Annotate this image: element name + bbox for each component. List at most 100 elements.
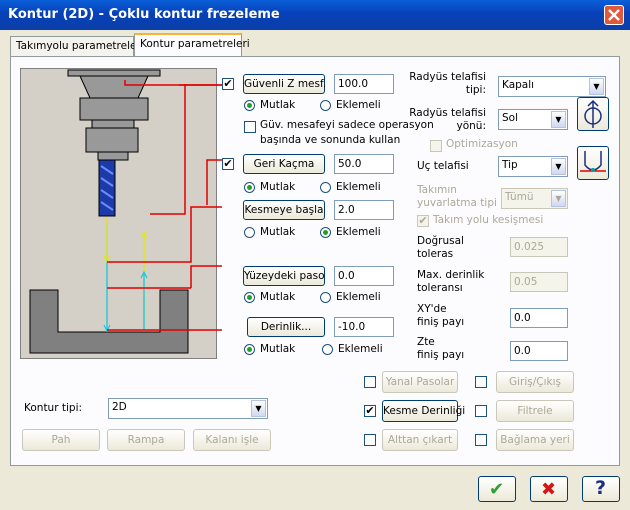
contour-type-label: Kontur tipi: xyxy=(24,402,83,414)
lead-inout-checkbox[interactable] xyxy=(475,376,487,388)
lead-inout-label: Giriş/Çıkış xyxy=(508,376,561,388)
close-button[interactable] xyxy=(604,5,624,25)
clearance-incremental-radio[interactable] xyxy=(320,100,331,111)
comp-type-value: Kapalı xyxy=(502,79,535,91)
retract-incremental-radio[interactable] xyxy=(320,182,331,193)
comp-dir-label1: Radyüs telafisi xyxy=(409,107,486,119)
tip-comp-select[interactable]: Tip ▼ xyxy=(498,156,568,177)
chevron-down-icon: ▼ xyxy=(589,78,604,95)
feed-incremental-radio[interactable] xyxy=(320,227,331,238)
linear-tol-field[interactable]: 0.025 xyxy=(510,237,568,257)
depth-cuts-label: Kesme Derinliği xyxy=(383,405,466,417)
retract-label: Geri Kaçma xyxy=(253,158,315,170)
contour-type-value: 2D xyxy=(112,401,127,413)
comp-type-label2: tipi: xyxy=(465,84,486,96)
clearance-button[interactable]: Güvenli Z mesf. xyxy=(243,74,327,94)
filter-label: Filtrele xyxy=(517,405,553,417)
ramp-button[interactable]: Rampa xyxy=(107,429,185,451)
infinite-look-checkbox[interactable]: ✔ xyxy=(417,215,429,227)
clearance-absolute-radio[interactable] xyxy=(244,100,255,111)
dialog-window: Kontur (2D) - Çoklu kontur frezeleme Tak… xyxy=(0,0,630,510)
clearance-field[interactable]: 100.0 xyxy=(334,74,394,94)
clearance-incremental-label: Eklemeli xyxy=(336,99,381,111)
depth-field[interactable]: -10.0 xyxy=(334,317,394,337)
feed-plane-button[interactable]: Kesmeye başla xyxy=(243,200,325,220)
comp-dir-value: Sol xyxy=(502,112,519,124)
depth-cuts-button[interactable]: Kesme Derinliği xyxy=(382,400,465,422)
filter-button[interactable]: Filtrele xyxy=(496,400,574,422)
depth-absolute-radio[interactable] xyxy=(244,344,255,355)
depth-incremental-radio[interactable] xyxy=(322,344,333,355)
optimize-checkbox[interactable] xyxy=(430,140,442,152)
clearance-label: Güvenli Z mesf. xyxy=(244,78,327,90)
multi-passes-checkbox[interactable] xyxy=(364,376,376,388)
feed-plane-field[interactable]: 2.0 xyxy=(334,200,394,220)
help-icon: ? xyxy=(595,477,607,499)
tool-tip-icon xyxy=(580,151,606,172)
top-absolute-radio[interactable] xyxy=(244,292,255,303)
tab-contour[interactable]: Kontur parametreleri xyxy=(134,33,250,56)
close-icon xyxy=(608,9,620,21)
ramp-label: Rampa xyxy=(127,434,165,446)
top-stock-button[interactable]: Yüzeydeki paso xyxy=(243,266,325,286)
depth-label: Derinlik... xyxy=(260,321,312,333)
help-button[interactable]: ? xyxy=(582,476,620,502)
tabs-label: Alttan çıkart xyxy=(387,434,453,446)
chamfer-button[interactable]: Pah xyxy=(22,429,100,451)
roll-label1: Takımın xyxy=(417,184,457,196)
xy-stock-label2: finiş payı xyxy=(417,316,465,328)
max-depth-field[interactable]: 0.05 xyxy=(510,272,568,292)
holder-top xyxy=(67,69,161,77)
tabs-checkbox[interactable] xyxy=(364,434,376,446)
locate-button[interactable]: Bağlama yeri xyxy=(496,429,574,451)
linear-tol-label1: Doğrusal xyxy=(417,235,464,247)
depth-cuts-checkbox[interactable]: ✔ xyxy=(364,405,376,417)
cancel-button[interactable]: ✖ xyxy=(530,476,568,502)
depth-incremental-label: Eklemeli xyxy=(338,343,383,355)
tab-toolpath[interactable]: Takımyolu parametreleri xyxy=(10,36,144,56)
clearance-absolute-label: Mutlak xyxy=(260,99,296,111)
optimize-label: Optimizasyon xyxy=(446,138,518,150)
top-absolute-label: Mutlak xyxy=(260,291,296,303)
chamfer-label: Pah xyxy=(51,434,71,446)
locate-checkbox[interactable] xyxy=(475,434,487,446)
cancel-x-icon: ✖ xyxy=(541,479,557,500)
multi-passes-button[interactable]: Yanal Pasolar xyxy=(382,371,458,393)
locate-label: Bağlama yeri xyxy=(500,434,570,446)
xy-stock-label1: XY'de xyxy=(417,303,447,315)
clearance-only-label2: başında ve sonunda kullan xyxy=(260,134,401,146)
comp-dir-label2: yönü: xyxy=(456,120,487,132)
feed-absolute-label: Mutlak xyxy=(260,226,296,238)
ok-button[interactable]: ✔ xyxy=(478,476,516,502)
remachine-label: Kalanı işle xyxy=(205,434,259,446)
chevron-down-icon: ▼ xyxy=(551,190,566,207)
linear-tol-label2: toleras xyxy=(417,248,454,260)
xy-stock-field[interactable]: 0.0 xyxy=(510,308,568,328)
comp-dir-select[interactable]: Sol ▼ xyxy=(498,109,568,130)
depth-button[interactable]: Derinlik... xyxy=(247,317,325,337)
retract-checkbox[interactable]: ✔ xyxy=(222,158,234,170)
z-stock-field[interactable]: 0.0 xyxy=(510,341,568,361)
comp-type-select[interactable]: Kapalı ▼ xyxy=(498,76,606,97)
retract-absolute-radio[interactable] xyxy=(244,182,255,193)
clearance-only-checkbox[interactable] xyxy=(244,121,256,133)
top-stock-field[interactable]: 0.0 xyxy=(334,266,394,286)
z-stock-label1: Zte xyxy=(417,336,435,348)
tabs-button[interactable]: Alttan çıkart xyxy=(382,429,458,451)
tip-comp-icon-button[interactable] xyxy=(577,146,609,180)
filter-checkbox[interactable] xyxy=(475,405,487,417)
retract-button[interactable]: Geri Kaçma xyxy=(243,154,325,174)
remachine-button[interactable]: Kalanı işle xyxy=(193,429,271,451)
chevron-down-icon: ▼ xyxy=(251,400,266,417)
retract-field[interactable]: 50.0 xyxy=(334,154,394,174)
contour-type-select[interactable]: 2D ▼ xyxy=(108,398,268,419)
comp-dir-icon-button[interactable] xyxy=(577,97,609,131)
tab-toolpath-label: Takımyolu parametreleri xyxy=(16,40,144,52)
tip-comp-label: Uç telafisi xyxy=(417,160,469,172)
lead-inout-button[interactable]: Giriş/Çıkış xyxy=(496,371,574,393)
feed-absolute-radio[interactable] xyxy=(244,227,255,238)
clearance-checkbox[interactable]: ✔ xyxy=(222,78,234,90)
roll-select[interactable]: Tümü ▼ xyxy=(501,188,568,209)
top-incremental-radio[interactable] xyxy=(320,292,331,303)
roll-value: Tümü xyxy=(505,191,534,203)
